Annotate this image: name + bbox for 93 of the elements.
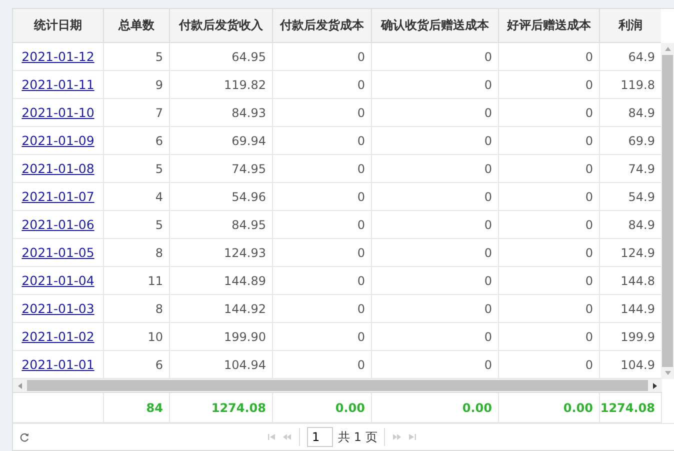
date-link[interactable]: 2021-01-08	[22, 161, 94, 176]
vertical-scrollbar[interactable]	[661, 43, 674, 379]
page-count: 共 1 页	[338, 428, 378, 446]
column-header[interactable]: 总单数	[104, 9, 170, 42]
table-cell: 0	[499, 323, 600, 351]
table-cell: 0	[499, 295, 600, 323]
page-input[interactable]: 1	[307, 427, 333, 447]
date-link[interactable]: 2021-01-11	[22, 77, 94, 92]
table-cell: 0	[499, 71, 600, 99]
date-link[interactable]: 2021-01-04	[22, 273, 94, 288]
table-cell: 0	[499, 99, 600, 127]
column-header[interactable]: 利润	[600, 9, 662, 42]
table-cell: 5	[104, 155, 170, 183]
table-cell: 0	[499, 127, 600, 155]
column-header[interactable]: 付款后发货成本	[273, 9, 372, 42]
table-cell: 0	[273, 127, 372, 155]
table-cell: 0	[273, 99, 372, 127]
total-cell: 0.00	[273, 393, 372, 423]
table-cell: 6	[104, 127, 170, 155]
date-link[interactable]: 2021-01-06	[22, 217, 94, 232]
date-link[interactable]: 2021-01-10	[22, 105, 94, 120]
horizontal-scrollbar[interactable]	[13, 379, 662, 393]
table-cell: 7	[104, 99, 170, 127]
table-cell: 0	[499, 239, 600, 267]
table-cell: 0	[273, 323, 372, 351]
table-cell: 0	[372, 99, 499, 127]
table-cell: 0	[372, 267, 499, 295]
table-cell: 0	[372, 323, 499, 351]
table-cell: 0	[273, 43, 372, 71]
column-header[interactable]: 确认收货后赠送成本	[372, 9, 499, 42]
column-header[interactable]: 付款后发货收入	[170, 9, 273, 42]
table-cell: 0	[273, 267, 372, 295]
table-cell: 0	[273, 183, 372, 211]
table-cell: 84.93	[170, 99, 273, 127]
table-cell: 0	[372, 155, 499, 183]
table-cell: 0	[372, 295, 499, 323]
date-link[interactable]: 2021-01-01	[22, 357, 94, 372]
table-cell: 8	[104, 295, 170, 323]
table-cell: 8	[104, 239, 170, 267]
scroll-right-icon[interactable]	[652, 382, 658, 390]
scroll-left-icon[interactable]	[17, 382, 23, 390]
scroll-down-icon[interactable]	[664, 370, 672, 376]
table-cell: 69.94	[170, 127, 273, 155]
first-page-icon[interactable]	[267, 433, 277, 441]
table-cell: 0	[499, 211, 600, 239]
table-cell: 5	[104, 211, 170, 239]
date-link[interactable]: 2021-01-09	[22, 133, 94, 148]
total-cell: 0.00	[499, 393, 600, 423]
table-cell: 74.95	[170, 155, 273, 183]
table-cell: 0	[372, 127, 499, 155]
table-cell: 0	[273, 211, 372, 239]
table-cell: 0	[372, 239, 499, 267]
table-cell: 124.93	[170, 239, 273, 267]
table-cell: 10	[104, 323, 170, 351]
table-cell: 119.82	[170, 71, 273, 99]
total-cell: 84	[104, 393, 170, 423]
table-cell: 11	[104, 267, 170, 295]
table-cell: 9	[104, 71, 170, 99]
table-cell: 0	[273, 239, 372, 267]
table-cell: 0	[499, 267, 600, 295]
total-cell: 0.00	[372, 393, 499, 423]
date-link[interactable]: 2021-01-03	[22, 301, 94, 316]
table-cell: 0	[499, 183, 600, 211]
table-cell: 0	[273, 155, 372, 183]
total-cell: 1274.08	[600, 393, 662, 423]
table-cell: 0	[499, 155, 600, 183]
refresh-icon[interactable]	[19, 432, 30, 442]
date-link[interactable]: 2021-01-12	[22, 49, 94, 64]
table-cell: 84.95	[170, 211, 273, 239]
total-cell: 1274.08	[170, 393, 273, 423]
table-cell: 0	[372, 71, 499, 99]
table-cell: 199.90	[170, 323, 273, 351]
table-cell: 4	[104, 183, 170, 211]
table-cell: 144.92	[170, 295, 273, 323]
table-cell: 144.89	[170, 267, 273, 295]
scroll-up-icon[interactable]	[664, 46, 672, 52]
date-link[interactable]: 2021-01-02	[22, 329, 94, 344]
table-cell: 0	[372, 211, 499, 239]
table-cell: 0	[273, 71, 372, 99]
table-cell: 0	[372, 43, 499, 71]
date-link[interactable]: 2021-01-05	[22, 245, 94, 260]
column-header[interactable]: 统计日期	[13, 9, 104, 42]
table-cell: 0	[372, 183, 499, 211]
previous-page-icon[interactable]	[282, 433, 292, 441]
column-header[interactable]: 好评后赠送成本	[499, 9, 600, 42]
table-cell: 64.95	[170, 43, 273, 71]
table-cell: 0	[499, 43, 600, 71]
last-page-icon[interactable]	[407, 433, 418, 441]
table-cell: 5	[104, 43, 170, 71]
table-cell: 0	[273, 295, 372, 323]
date-link[interactable]: 2021-01-07	[22, 189, 94, 204]
table-cell: 54.96	[170, 183, 273, 211]
next-page-icon[interactable]	[392, 433, 402, 441]
